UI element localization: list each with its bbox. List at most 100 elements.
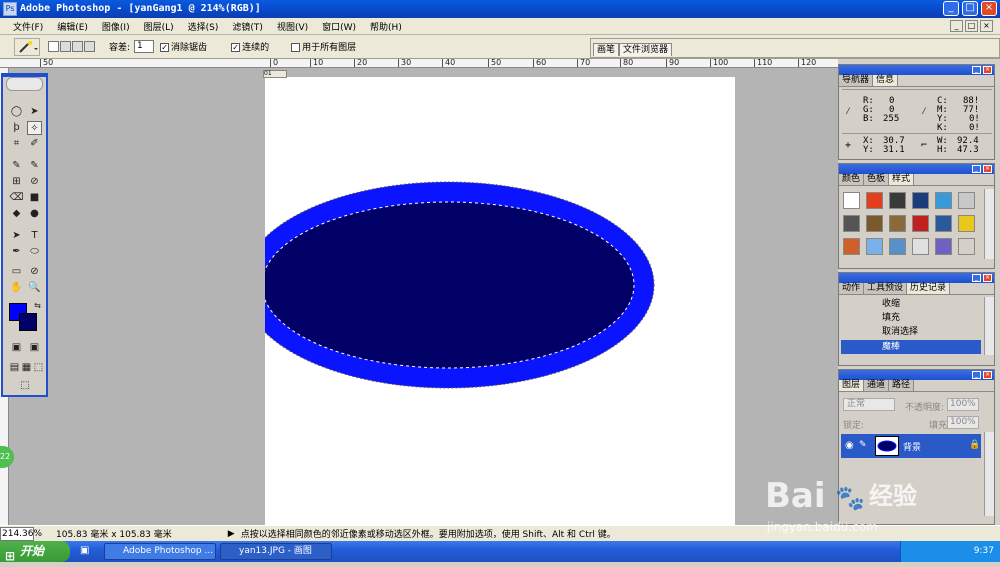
antialias-checkbox[interactable]: ✓: [160, 43, 170, 52]
style-swatch[interactable]: [935, 215, 952, 232]
standard-mode-button[interactable]: ▣: [9, 341, 24, 355]
info-panel-header[interactable]: [839, 65, 994, 75]
tab-styles[interactable]: 样式: [889, 174, 915, 185]
show-desktop-icon[interactable]: ▣: [80, 545, 89, 556]
history-panel-close-icon[interactable]: ×: [983, 274, 992, 282]
quick-mask-button[interactable]: ▣: [27, 341, 42, 355]
menu-file[interactable]: 文件(F): [6, 20, 50, 33]
info-panel-close-icon[interactable]: ×: [983, 66, 992, 74]
doc-close-button[interactable]: ×: [980, 20, 993, 32]
menu-layer[interactable]: 图层(L): [137, 20, 181, 33]
new-selection-button[interactable]: [48, 41, 59, 52]
history-item[interactable]: 填充: [841, 311, 981, 325]
brush-tool-icon[interactable]: ✎: [27, 159, 42, 173]
doc-minimize-button[interactable]: _: [950, 20, 963, 32]
swap-colors-icon[interactable]: ⇆: [30, 299, 45, 313]
screen-mode-full-icon[interactable]: ⬚: [31, 361, 46, 375]
add-selection-button[interactable]: [60, 41, 71, 52]
style-swatch[interactable]: [843, 238, 860, 255]
document-canvas[interactable]: [241, 77, 735, 525]
style-swatch[interactable]: [912, 215, 929, 232]
tab-info[interactable]: 信息: [873, 75, 899, 86]
tab-navigator[interactable]: 导航器: [839, 75, 874, 86]
menu-filter[interactable]: 滤镜(T): [225, 20, 270, 33]
slice-tool-icon[interactable]: ✐: [27, 137, 42, 151]
all-layers-checkbox[interactable]: [291, 43, 301, 52]
layers-panel-header[interactable]: [839, 370, 994, 380]
start-button[interactable]: ⊞ 开始: [0, 541, 70, 563]
eraser-tool-icon[interactable]: ⌫: [9, 191, 24, 205]
blur-tool-icon[interactable]: ◆: [9, 207, 24, 221]
dock-tab-brushes[interactable]: 画笔: [593, 43, 620, 56]
tab-tool-presets[interactable]: 工具预设: [864, 283, 908, 294]
dodge-tool-icon[interactable]: ●: [27, 207, 42, 221]
marquee-tool-icon[interactable]: ◯: [9, 105, 24, 119]
subtract-selection-button[interactable]: [72, 41, 83, 52]
tab-channels[interactable]: 通道: [864, 380, 890, 391]
styles-panel-header[interactable]: [839, 164, 994, 174]
hint-arrow-icon[interactable]: ▶: [228, 529, 235, 539]
tab-layers[interactable]: 图层: [839, 380, 865, 391]
blend-mode-select[interactable]: 正常: [843, 398, 895, 411]
style-swatch[interactable]: [889, 238, 906, 255]
style-swatch[interactable]: [843, 192, 860, 209]
notes-tool-icon[interactable]: ▭: [9, 265, 24, 279]
tab-swatches[interactable]: 色板: [864, 174, 890, 185]
tab-history[interactable]: 历史记录: [907, 283, 951, 294]
magic-wand-tool-icon[interactable]: ✧: [27, 121, 42, 135]
style-swatch[interactable]: [958, 215, 975, 232]
crop-tool-icon[interactable]: ⌗: [9, 137, 24, 151]
antialias-option[interactable]: ✓ 消除锯齿: [160, 40, 207, 53]
close-button[interactable]: ×: [981, 1, 997, 16]
lasso-tool-icon[interactable]: ϸ: [9, 121, 24, 135]
style-swatch[interactable]: [958, 238, 975, 255]
dock-tab-file-browser[interactable]: 文件浏览器: [619, 43, 673, 56]
tab-paths[interactable]: 路径: [889, 380, 915, 391]
style-swatch[interactable]: [866, 238, 883, 255]
style-swatch[interactable]: [843, 215, 860, 232]
opacity-input[interactable]: 100%: [947, 398, 979, 411]
tool-preset-picker[interactable]: [14, 37, 40, 56]
intersect-selection-button[interactable]: [84, 41, 95, 52]
shape-tool-icon[interactable]: ⬭: [27, 245, 42, 259]
document-size[interactable]: 105.83 毫米 x 105.83 毫米: [56, 527, 172, 540]
jump-to-imageready-icon[interactable]: ⬚: [13, 379, 37, 393]
style-swatch[interactable]: [935, 192, 952, 209]
menu-window[interactable]: 窗口(W): [315, 20, 363, 33]
style-swatch[interactable]: [912, 192, 929, 209]
move-tool-icon[interactable]: ➤: [27, 105, 42, 119]
doc-restore-button[interactable]: □: [965, 20, 978, 32]
contiguous-option[interactable]: ✓ 连续的: [231, 40, 269, 53]
menu-select[interactable]: 选择(S): [181, 20, 226, 33]
styles-scrollbar[interactable]: [984, 189, 994, 259]
eyedropper-tool-icon[interactable]: ⊘: [27, 265, 42, 279]
history-item-active[interactable]: 魔棒: [841, 340, 981, 354]
info-panel-minimize-icon[interactable]: _: [972, 66, 981, 74]
style-swatch[interactable]: [958, 192, 975, 209]
eye-icon[interactable]: ◉: [845, 440, 854, 451]
background-color-swatch[interactable]: [19, 313, 37, 331]
layer-row-background[interactable]: ◉ ✎ 背景 🔒: [841, 434, 981, 458]
contiguous-checkbox[interactable]: ✓: [231, 43, 241, 52]
layers-panel-close-icon[interactable]: ×: [983, 371, 992, 379]
zoom-tool-icon[interactable]: 🔍: [27, 281, 42, 295]
type-tool-icon[interactable]: T: [27, 229, 42, 243]
tab-color[interactable]: 颜色: [839, 174, 865, 185]
menu-image[interactable]: 图像(I): [95, 20, 137, 33]
styles-panel-close-icon[interactable]: ×: [983, 165, 992, 173]
history-item[interactable]: 收缩: [841, 297, 981, 311]
history-panel-minimize-icon[interactable]: _: [972, 274, 981, 282]
gradient-tool-icon[interactable]: ■: [27, 191, 42, 205]
task-photoshop[interactable]: Adobe Photoshop ...: [104, 543, 216, 560]
minimize-button[interactable]: _: [943, 1, 959, 16]
healing-brush-tool-icon[interactable]: ✎: [9, 159, 24, 173]
history-brush-tool-icon[interactable]: ⊘: [27, 175, 42, 189]
menu-help[interactable]: 帮助(H): [363, 20, 409, 33]
tolerance-input[interactable]: 1: [134, 40, 155, 53]
fill-input[interactable]: 100%: [947, 416, 979, 429]
history-item[interactable]: 取消选择: [841, 325, 981, 339]
menu-view[interactable]: 视图(V): [270, 20, 315, 33]
style-swatch[interactable]: [912, 238, 929, 255]
tab-actions[interactable]: 动作: [839, 283, 865, 294]
style-swatch[interactable]: [889, 215, 906, 232]
